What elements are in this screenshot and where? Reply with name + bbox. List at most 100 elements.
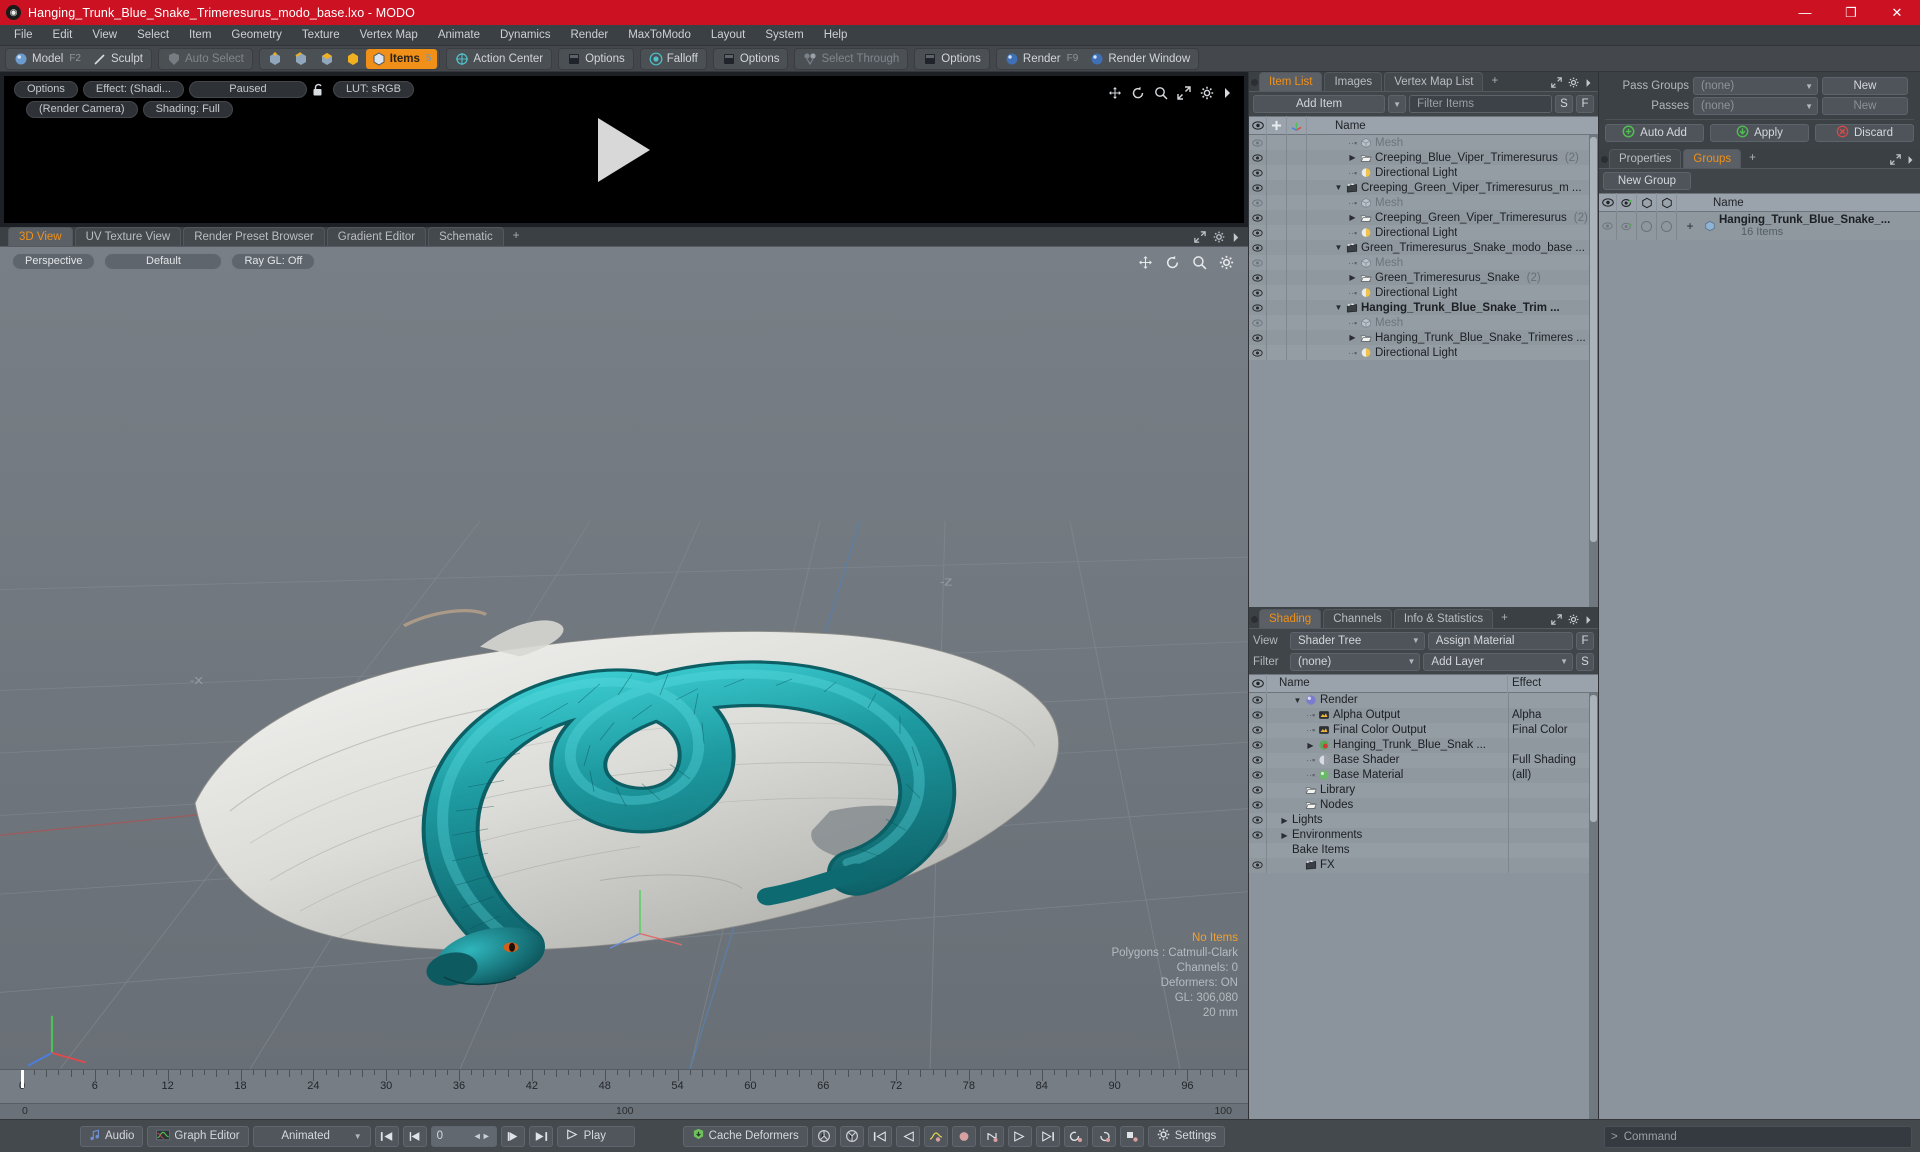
item-list-tree[interactable]: ··▪ Mesh ▶ Creeping_Blue_Viper_Trimeresurus…: [1249, 135, 1598, 607]
shading-tree-row[interactable]: ▶Hanging_Trunk_Blue_Snak ...▼: [1249, 737, 1598, 753]
item-flag-cell[interactable]: [1287, 255, 1307, 270]
shading-effect-cell[interactable]: (all)▼: [1508, 767, 1598, 783]
viewport-raygl-button[interactable]: Ray GL: Off: [231, 253, 316, 270]
visibility-toggle-icon[interactable]: [1249, 300, 1267, 315]
key-prev-item-button[interactable]: [1063, 1125, 1088, 1147]
next-key-step-button[interactable]: [1007, 1125, 1032, 1147]
tab-3d-view[interactable]: 3D View: [8, 227, 73, 246]
item-name-cell[interactable]: ▼ Creeping_Green_Viper_Trimeresurus_m ...: [1307, 182, 1598, 194]
maximize-panel-icon[interactable]: [1551, 613, 1562, 628]
item-name-cell[interactable]: ▼ Hanging_Trunk_Blue_Snake_Trim ...: [1307, 302, 1598, 314]
pass-groups-new-button[interactable]: New: [1822, 77, 1908, 95]
viewport-gear-icon[interactable]: [1213, 231, 1225, 246]
shading-effect-cell[interactable]: [1508, 782, 1598, 798]
tab-channels[interactable]: Channels: [1323, 608, 1392, 628]
add-item-dropdown[interactable]: ▼: [1388, 95, 1407, 113]
menu-select[interactable]: Select: [127, 25, 179, 46]
shading-name-cell[interactable]: ▶ Environments: [1267, 829, 1508, 841]
remove-key-button[interactable]: [839, 1125, 864, 1147]
key-all-channels-button[interactable]: [811, 1125, 836, 1147]
shading-name-cell[interactable]: ▶ Hanging_Trunk_Blue_Snak ...: [1267, 739, 1508, 751]
3d-viewport[interactable]: -Z -X Perspective Default Ray GL: Off No…: [0, 247, 1248, 1069]
render-window-button[interactable]: Render Window: [1084, 49, 1196, 69]
maximize-panel-icon[interactable]: [1890, 154, 1901, 168]
viewport-chevron-icon[interactable]: [1232, 232, 1240, 246]
tab-uv-texture-view[interactable]: UV Texture View: [74, 227, 182, 246]
item-flag-cell[interactable]: [1267, 150, 1287, 165]
tab-groups[interactable]: Groups: [1683, 149, 1742, 168]
key-region-button[interactable]: [979, 1125, 1004, 1147]
shading-name-cell[interactable]: ▼ Render: [1267, 694, 1508, 706]
item-flag-cell[interactable]: [1267, 255, 1287, 270]
shading-effect-cell[interactable]: ▼: [1508, 737, 1598, 753]
item-flag-cell[interactable]: [1287, 210, 1307, 225]
timeline-playhead[interactable]: [21, 1070, 24, 1088]
filter-f-button[interactable]: F: [1576, 95, 1594, 113]
timeline-ruler[interactable]: 06121824303642485460667278849096: [0, 1069, 1248, 1103]
vertex-mode-button[interactable]: [262, 49, 288, 69]
prev-key-button[interactable]: [867, 1125, 892, 1147]
tab-info-statistics[interactable]: Info & Statistics: [1393, 608, 1494, 628]
shading-s-button[interactable]: S: [1576, 652, 1594, 671]
model-mode-button[interactable]: Model F2: [8, 49, 87, 69]
add-layer-dropdown[interactable]: Add Layer ▼: [1423, 652, 1573, 671]
groups-eye-column-header-icon[interactable]: [1599, 193, 1617, 212]
filter-items-input[interactable]: Filter Items: [1409, 95, 1552, 113]
panel-chevron-icon[interactable]: [1585, 77, 1592, 91]
item-list-row[interactable]: ▶ Green_Trimeresurus_Snake (2): [1249, 270, 1598, 285]
options-button-2[interactable]: Options: [716, 49, 786, 69]
select-through-button[interactable]: Select Through: [797, 49, 905, 69]
item-list-row[interactable]: ··▪ Mesh: [1249, 195, 1598, 210]
viewport-gear-icon[interactable]: [1219, 255, 1234, 273]
item-list-row[interactable]: ▼ Creeping_Green_Viper_Trimeresurus_m ...: [1249, 180, 1598, 195]
item-flag-cell[interactable]: [1287, 300, 1307, 315]
visibility-toggle-icon[interactable]: [1249, 330, 1267, 345]
options-button-3[interactable]: Options: [917, 49, 987, 69]
expand-group-icon[interactable]: +: [1679, 219, 1701, 233]
menu-dynamics[interactable]: Dynamics: [490, 25, 560, 46]
item-name-cell[interactable]: ··▪ Directional Light: [1307, 167, 1598, 179]
menu-animate[interactable]: Animate: [428, 25, 490, 46]
tab-images[interactable]: Images: [1324, 72, 1383, 91]
maximize-panel-icon[interactable]: [1551, 77, 1562, 91]
zoom-icon[interactable]: [1192, 255, 1207, 273]
render-preview-canvas[interactable]: Options Effect: (Shadi... Paused LUT: sR…: [4, 76, 1244, 223]
tab-vertex-map-list[interactable]: Vertex Map List: [1384, 72, 1484, 91]
item-flag-cell[interactable]: [1287, 150, 1307, 165]
shading-name-cell[interactable]: Library: [1267, 784, 1508, 796]
action-center-button[interactable]: Action Center: [449, 49, 549, 69]
gear-icon[interactable]: [1200, 86, 1214, 100]
render-lock-icon[interactable]: [312, 81, 328, 98]
visibility-toggle-icon[interactable]: [1249, 345, 1267, 360]
scrollbar-thumb[interactable]: [1590, 694, 1597, 823]
auto-select-button[interactable]: Auto Select: [161, 49, 250, 69]
play-button[interactable]: Play: [556, 1125, 635, 1147]
visibility-toggle-icon[interactable]: [1249, 225, 1267, 240]
minimize-button[interactable]: —: [1782, 0, 1828, 25]
falloff-button[interactable]: Falloff: [643, 49, 704, 69]
shading-name-cell[interactable]: FX: [1267, 859, 1508, 871]
options-button-1[interactable]: Options: [561, 49, 631, 69]
shading-tree-row[interactable]: ··▪Base Material(all)▼: [1249, 767, 1598, 783]
tab-add-groups[interactable]: +: [1743, 149, 1762, 168]
shading-tree-row[interactable]: ··▪Alpha OutputAlpha▼: [1249, 707, 1598, 723]
shading-name-cell[interactable]: ··▪ Base Material: [1267, 769, 1508, 781]
close-button[interactable]: ✕: [1874, 0, 1920, 25]
rotate-icon[interactable]: [1165, 255, 1180, 273]
render-shading-button[interactable]: Shading: Full: [142, 101, 233, 118]
render-button[interactable]: Render F9: [999, 49, 1084, 69]
shading-name-cell[interactable]: ··▪ Alpha Output: [1267, 709, 1508, 721]
menu-texture[interactable]: Texture: [292, 25, 350, 46]
tab-shading[interactable]: Shading: [1259, 608, 1322, 628]
groups-row[interactable]: + Hanging_Trunk_Blue_Snake_... 16 Items: [1599, 212, 1920, 240]
tab-schematic[interactable]: Schematic: [428, 227, 504, 246]
menu-geometry[interactable]: Geometry: [221, 25, 292, 46]
shading-name-cell[interactable]: ▶ Lights: [1267, 814, 1508, 826]
visibility-toggle-icon[interactable]: [1249, 315, 1267, 330]
menu-item[interactable]: Item: [179, 25, 221, 46]
item-list-row[interactable]: ▶ Creeping_Green_Viper_Trimeresurus (2): [1249, 210, 1598, 225]
menu-vertex-map[interactable]: Vertex Map: [350, 25, 428, 46]
shading-name-cell[interactable]: ··▪ Base Shader: [1267, 754, 1508, 766]
shading-visibility-toggle-icon[interactable]: [1249, 737, 1267, 753]
auto-add-button[interactable]: Auto Add: [1605, 124, 1704, 142]
